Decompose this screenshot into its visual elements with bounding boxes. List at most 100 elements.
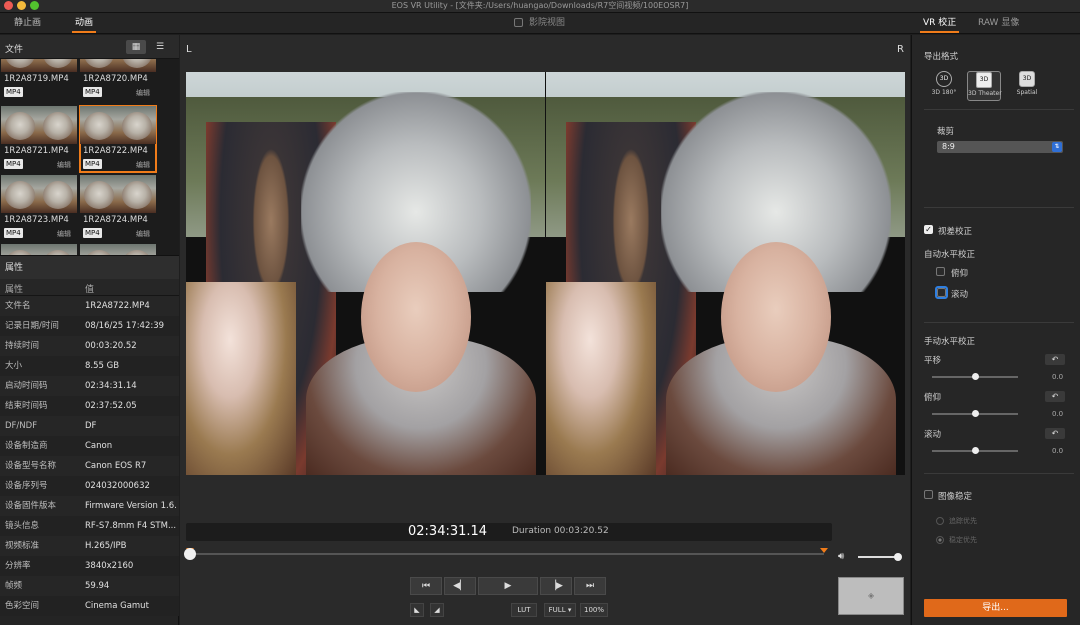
- timeline-scrubber[interactable]: [184, 548, 828, 560]
- property-key: 帧频: [5, 581, 23, 591]
- property-key: 设备型号名称: [5, 461, 57, 471]
- cinema-view-checkbox[interactable]: [514, 18, 523, 28]
- tab-vr-correction[interactable]: VR 校正: [919, 16, 960, 33]
- cinema-view-label: 影院视图: [529, 18, 566, 28]
- rotation-value: 0.0: [1052, 447, 1064, 455]
- property-key: 大小: [5, 361, 23, 371]
- auto-pitch-checkbox[interactable]: [936, 267, 945, 277]
- set-out-point-button[interactable]: ◢: [430, 603, 444, 617]
- file-name: 1R2A8723.MP4: [4, 215, 69, 225]
- file-thumbnail[interactable]: 1R2A8719.MP4 MP4: [1, 59, 77, 100]
- property-value: Canon EOS R7: [85, 461, 147, 471]
- crop-label: 裁剪: [937, 127, 955, 137]
- file-thumbnail[interactable]: [80, 244, 156, 255]
- property-value: 024032000632: [85, 481, 150, 491]
- property-row: 启动时间码 02:34:31.14: [0, 376, 179, 396]
- property-row: 设备序列号 024032000632: [0, 476, 179, 496]
- grid-view-icon[interactable]: ▦: [126, 40, 146, 54]
- file-thumbnail[interactable]: 1R2A8720.MP4 MP4 编辑: [80, 59, 156, 100]
- tab-raw-development[interactable]: RAW 显像: [978, 16, 1019, 30]
- title-bar: EOS VR Utility - [文件夹:/Users/huangao/Dow…: [0, 0, 1080, 13]
- property-value: 00:03:20.52: [85, 341, 137, 351]
- speaker-icon[interactable]: 🔊︎: [838, 551, 844, 562]
- window-title: EOS VR Utility - [文件夹:/Users/huangao/Dow…: [391, 1, 689, 10]
- format-3d-theater[interactable]: 3D 3D Theater: [967, 71, 1002, 101]
- file-name: 1R2A8721.MP4: [4, 146, 69, 156]
- crop-value: 8:9: [942, 142, 955, 151]
- property-key: 记录日期/时间: [5, 321, 59, 331]
- property-key: 镜头信息: [5, 521, 40, 531]
- lut-button[interactable]: LUT: [511, 603, 537, 617]
- format-spatial[interactable]: 3D Spatial: [1010, 71, 1044, 101]
- parallax-checkbox[interactable]: ✓: [924, 225, 933, 235]
- file-thumbnail[interactable]: [1, 244, 77, 255]
- format-label: 3D Theater: [968, 90, 1002, 97]
- navigator-thumbnail[interactable]: ◈: [838, 577, 904, 615]
- crop-select[interactable]: 8:9 ⇅: [937, 141, 1063, 153]
- set-in-point-button[interactable]: ◣: [410, 603, 424, 617]
- property-value: DF: [85, 421, 97, 431]
- file-name: 1R2A8724.MP4: [83, 215, 148, 225]
- format-3d-180[interactable]: 3D 3D 180°: [927, 71, 961, 101]
- file-type-badge: MP4: [83, 87, 102, 97]
- property-value: RF-S7.8mm F4 STM...: [85, 521, 177, 531]
- view-size-dropdown[interactable]: FULL ▾: [544, 603, 576, 617]
- file-thumbnail[interactable]: 1R2A8721.MP4 MP4 编辑: [1, 106, 77, 172]
- property-key: 设备固件版本: [5, 501, 57, 511]
- stable-priority-label: 稳定优先: [949, 536, 977, 544]
- property-row: 持续时间 00:03:20.52: [0, 336, 179, 356]
- tilt-slider[interactable]: [932, 410, 1018, 417]
- property-value: 3840x2160: [85, 561, 134, 571]
- previous-frame-button[interactable]: ◀▏: [444, 577, 476, 595]
- vr-correction-panel: 导出格式 3D 3D 180° 3D 3D Theater 3D Spatial…: [911, 35, 1080, 625]
- playhead-knob[interactable]: [184, 548, 196, 560]
- go-to-start-button[interactable]: ⏮: [410, 577, 442, 595]
- pan-slider[interactable]: [932, 373, 1018, 380]
- property-row: 设备制造商 Canon: [0, 436, 179, 456]
- volume-slider[interactable]: [858, 553, 902, 561]
- property-row: 视频标准 H.265/IPB: [0, 536, 179, 556]
- play-button[interactable]: ▶: [478, 577, 538, 595]
- right-eye-view: [546, 72, 905, 475]
- property-value: Cinema Gamut: [85, 601, 149, 611]
- right-eye-label: R: [897, 44, 904, 55]
- zoom-level-button[interactable]: 100%: [580, 603, 608, 617]
- list-view-icon[interactable]: ☰: [150, 40, 170, 54]
- col-value: 值: [85, 285, 95, 295]
- stable-priority-radio[interactable]: [936, 536, 944, 544]
- property-key: 视频标准: [5, 541, 40, 551]
- tilt-reset-icon[interactable]: ↶: [1045, 391, 1065, 402]
- tab-movie[interactable]: 动画: [71, 16, 97, 33]
- video-preview[interactable]: [186, 72, 905, 475]
- auto-pitch-label: 俯仰: [951, 269, 969, 279]
- property-value: H.265/IPB: [85, 541, 127, 551]
- 3d-180-icon: 3D: [936, 71, 952, 87]
- rotation-reset-icon[interactable]: ↶: [1045, 428, 1065, 439]
- spatial-icon: 3D: [1019, 71, 1035, 87]
- property-key: 结束时间码: [5, 401, 48, 411]
- volume-knob[interactable]: [894, 553, 902, 561]
- file-thumbnail[interactable]: 1R2A8723.MP4 MP4 编辑: [1, 175, 77, 241]
- pan-slider-knob[interactable]: [972, 373, 979, 380]
- go-to-end-button[interactable]: ⏭: [574, 577, 606, 595]
- stabilize-checkbox[interactable]: [924, 490, 933, 500]
- tilt-slider-knob[interactable]: [972, 410, 979, 417]
- tab-still[interactable]: 静止画: [14, 16, 41, 30]
- edited-label: 编辑: [136, 230, 150, 238]
- file-type-badge: MP4: [4, 87, 23, 97]
- next-frame-button[interactable]: ▕▶: [540, 577, 572, 595]
- rotation-slider-knob[interactable]: [972, 447, 979, 454]
- file-thumbnail[interactable]: 1R2A8724.MP4 MP4 编辑: [80, 175, 156, 241]
- left-eye-view: [186, 72, 545, 475]
- auto-roll-checkbox[interactable]: [935, 286, 948, 299]
- rotation-slider[interactable]: [932, 447, 1018, 454]
- auto-level-label: 自动水平校正: [924, 250, 976, 260]
- tracking-priority-radio[interactable]: [936, 517, 944, 525]
- export-button[interactable]: 导出...: [924, 599, 1067, 617]
- stabilize-label: 图像稳定: [938, 492, 973, 502]
- divider: [924, 207, 1074, 208]
- file-thumbnail-selected[interactable]: 1R2A8722.MP4 MP4 编辑: [79, 105, 157, 173]
- pan-value: 0.0: [1052, 373, 1064, 381]
- edited-label: 编辑: [57, 161, 71, 169]
- pan-reset-icon[interactable]: ↶: [1045, 354, 1065, 365]
